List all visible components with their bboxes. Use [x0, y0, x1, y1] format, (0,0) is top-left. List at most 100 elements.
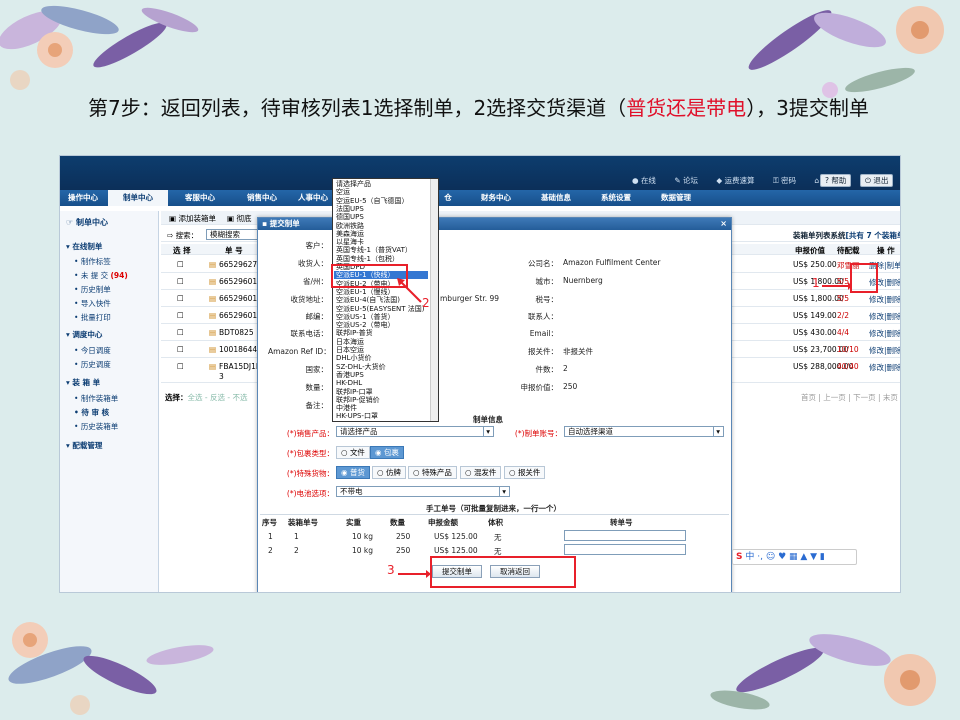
special-general-radio[interactable]: ◉ 普货: [336, 466, 370, 479]
sidebar-item-history[interactable]: • 历史制单: [74, 284, 111, 295]
dropdown-option[interactable]: 空派US-2（带电）: [336, 321, 395, 329]
special-mixed-radio[interactable]: ○ 混发件: [460, 466, 502, 479]
sidebar-item-import[interactable]: • 导入快件: [74, 298, 111, 309]
row-op-2[interactable]: 删除: [887, 278, 900, 287]
dropdown-option[interactable]: 空派US-1（普货）: [336, 313, 395, 321]
row-ops[interactable]: 修改|删除|审核: [869, 345, 900, 356]
search-input[interactable]: 模糊搜索: [206, 229, 262, 240]
sidebar-item-make-packing[interactable]: • 制作装箱单: [74, 393, 118, 404]
row-number[interactable]: 665296273: [219, 260, 262, 269]
row-op-1[interactable]: 修改: [869, 346, 884, 355]
dropdown-option[interactable]: DHL小货价: [336, 354, 372, 362]
sidebar-item-batch-print[interactable]: • 批量打印: [74, 312, 111, 323]
dropdown-option[interactable]: 联邦IP-普货: [336, 329, 373, 337]
dropdown-option[interactable]: HK-DHL: [336, 379, 362, 387]
row-checkbox[interactable]: ☐: [177, 294, 184, 303]
close-icon[interactable]: ×: [720, 218, 727, 230]
dropdown-scrollbar[interactable]: [430, 179, 438, 421]
row-checkbox[interactable]: ☐: [177, 311, 184, 320]
dropdown-option[interactable]: 空派EU-4(自飞法国): [336, 296, 400, 304]
sidebar-group-packing[interactable]: ▾ 装 箱 单: [66, 377, 100, 388]
select-all-controls[interactable]: 选择：全选 - 反选 - 不选: [165, 392, 247, 403]
row-number[interactable]: FBA15DJ1R: [219, 362, 261, 371]
sidebar-item-pending-review[interactable]: • 待 审 核: [74, 407, 109, 418]
nav-service[interactable]: 客服中心: [170, 190, 230, 206]
sidebar-item-today-dispatch[interactable]: • 今日调度: [74, 345, 111, 356]
row-op-2[interactable]: 删除: [887, 295, 900, 304]
forum-link[interactable]: ✎ 论坛: [674, 176, 706, 185]
order-account-select[interactable]: 自动选择渠道 ▾: [564, 426, 724, 437]
nav-data-management[interactable]: 数据管理: [646, 190, 706, 206]
special-product-radio[interactable]: ○ 特殊产品: [408, 466, 457, 479]
row-checkbox[interactable]: ☐: [177, 345, 184, 354]
sidebar-group-loading[interactable]: ▾ 配载管理: [66, 440, 102, 451]
dropdown-option[interactable]: 德国UPS: [336, 213, 364, 221]
row-checkbox[interactable]: ☐: [177, 362, 184, 371]
row-ops[interactable]: 修改|删除|审核: [869, 362, 900, 373]
dropdown-option[interactable]: 欧洲铁路: [336, 222, 364, 230]
special-customs-radio[interactable]: ○ 报关件: [504, 466, 546, 479]
dropdown-option[interactable]: 空运EU-5（自飞德国）: [336, 197, 409, 205]
row-checkbox[interactable]: ☐: [177, 260, 184, 269]
sales-product-select[interactable]: 请选择产品 ▾: [336, 426, 494, 437]
row-op-2[interactable]: 制单: [887, 261, 900, 270]
dropdown-option[interactable]: 日本海运: [336, 338, 364, 346]
nav-order-center[interactable]: 制单中心: [108, 190, 168, 206]
package-type-parcel-radio[interactable]: ◉ 包裹: [370, 446, 404, 459]
row-number[interactable]: 665296016: [219, 311, 262, 320]
row-op-1[interactable]: 修改: [869, 363, 884, 372]
logout-button[interactable]: ⏻ 退出: [860, 174, 894, 187]
sidebar-item-history-packing[interactable]: • 历史装箱单: [74, 421, 118, 432]
transfer-number-input[interactable]: [564, 544, 686, 555]
delete-packing-button[interactable]: ▣ 彻底: [227, 213, 251, 224]
sidebar-group-online[interactable]: ▾ 在线制单: [66, 241, 102, 252]
dropdown-option[interactable]: 日本空运: [336, 346, 364, 354]
row-ops[interactable]: 修改|删除|审核: [869, 328, 900, 339]
dropdown-option[interactable]: 美森海运: [336, 230, 364, 238]
row-op-2[interactable]: 删除: [887, 312, 900, 321]
dropdown-option[interactable]: HK-UPS-口罩: [336, 412, 378, 420]
dropdown-option[interactable]: 空派EU-1（慢线）: [336, 288, 395, 296]
sidebar-group-dispatch[interactable]: ▾ 调度中心: [66, 329, 102, 340]
dropdown-option[interactable]: 中港件: [336, 404, 357, 412]
special-brand-radio[interactable]: ○ 仿牌: [372, 466, 406, 479]
pager[interactable]: 首页 | 上一页 | 下一页 | 末页 转：1: [801, 392, 900, 403]
row-checkbox[interactable]: ☐: [177, 277, 184, 286]
add-packing-button[interactable]: ▣ 添加装箱单: [169, 213, 216, 224]
row-op-2[interactable]: 删除: [887, 346, 900, 355]
online-link[interactable]: ● 在线: [632, 176, 664, 185]
dropdown-option[interactable]: 法国UPS: [336, 205, 364, 213]
nav-finance[interactable]: 财务中心: [466, 190, 526, 206]
freight-calc-link[interactable]: ◆ 运费速算: [716, 176, 762, 185]
transfer-number-input[interactable]: [564, 530, 686, 541]
password-link[interactable]: ⚿ 密码: [773, 176, 804, 185]
row-op-2[interactable]: 删除: [887, 329, 900, 338]
sidebar-item-unsubmitted[interactable]: • 未 提 交 (94): [74, 270, 128, 281]
dropdown-option[interactable]: 英国专线-1（普货VAT）: [336, 246, 412, 254]
nav-system-settings[interactable]: 系统设置: [586, 190, 646, 206]
row-checkbox[interactable]: ☐: [177, 328, 184, 337]
row-op-2[interactable]: 删除: [887, 363, 900, 372]
nav-partial[interactable]: 仓: [438, 190, 458, 206]
battery-select[interactable]: 不带电 ▾: [336, 486, 510, 497]
sidebar-item-history-dispatch[interactable]: • 历史调度: [74, 359, 111, 370]
dropdown-option[interactable]: SZ-DHL-大货价: [336, 363, 386, 371]
dropdown-option[interactable]: 联邦IP-促销价: [336, 396, 380, 404]
nav-hr[interactable]: 人事中心: [294, 190, 332, 206]
row-ops[interactable]: 修改|删除|审核: [869, 294, 900, 305]
row-ops[interactable]: 修改|删除|审核: [869, 311, 900, 322]
nav-basic-info[interactable]: 基础信息: [526, 190, 586, 206]
nav-sales[interactable]: 销售中心: [232, 190, 292, 206]
nav-operation[interactable]: 操作中心: [60, 190, 106, 206]
row-op-1[interactable]: 修改: [869, 329, 884, 338]
dropdown-option[interactable]: 以星海卡: [336, 238, 364, 246]
sidebar-item-make-label[interactable]: • 制作标签: [74, 256, 111, 267]
row-number[interactable]: 665296016: [219, 294, 262, 303]
row-op-1[interactable]: 修改: [869, 295, 884, 304]
row-op-1[interactable]: 修改: [869, 312, 884, 321]
help-button[interactable]: ? 帮助: [820, 174, 852, 187]
dropdown-option[interactable]: 请选择产品: [336, 180, 371, 188]
row-number[interactable]: 665296016: [219, 277, 262, 286]
dropdown-option[interactable]: 英国专线-1（包税）: [336, 255, 399, 263]
dropdown-option[interactable]: 联邦IP-口罩: [336, 388, 373, 396]
